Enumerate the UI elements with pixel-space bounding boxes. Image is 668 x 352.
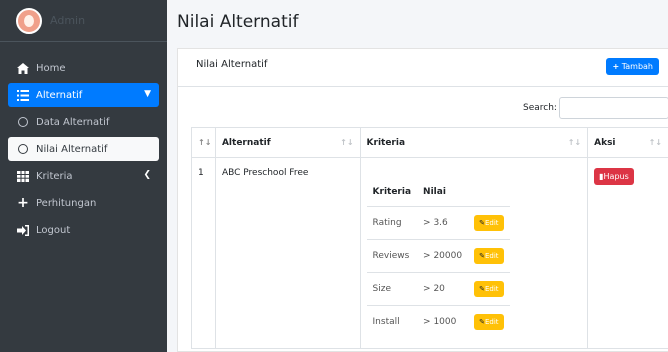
plus-icon: +	[612, 62, 620, 71]
sort-icon: ↑↓	[340, 138, 354, 147]
sidebar: Admin Home Alternatif ▼ Data Alternatif …	[0, 0, 167, 352]
page-title: Nilai Alternatif	[177, 12, 299, 32]
main-content: Nilai Alternatif Nilai Alternatif + Tamb…	[167, 0, 668, 352]
delete-button[interactable]: ▮Hapus	[594, 168, 634, 185]
sort-icon: ↑↓	[648, 138, 662, 147]
kriteria-value: > 1000	[417, 304, 469, 338]
search-label: Search:	[523, 103, 557, 113]
inner-header-kriteria: Kriteria	[372, 186, 412, 197]
data-table: ↑↓ Alternatif ↑↓ Kriteria ↑↓ Aksi ↑↓ 1 ABC …	[191, 127, 668, 349]
sidebar-item-label: Perhitungan	[36, 197, 97, 209]
card-header: Nilai Alternatif + Tambah	[178, 49, 668, 87]
kriteria-row: Reviews > 20000 ✎Edit	[366, 238, 510, 272]
sidebar-nav: Home Alternatif ▼ Data Alternatif Nilai …	[0, 56, 167, 242]
sidebar-item-label: Nilai Alternatif	[36, 143, 108, 155]
inner-header-nilai: Nilai	[423, 186, 446, 197]
sort-icon: ↑↓	[567, 138, 582, 147]
sidebar-item-nilai-alternatif[interactable]: Nilai Alternatif	[8, 137, 159, 161]
search-input[interactable]	[559, 97, 668, 119]
kriteria-value: > 20000	[417, 238, 469, 272]
card: Nilai Alternatif + Tambah Search: ↑↓ Alt…	[177, 48, 668, 352]
brand-text: Admin	[50, 14, 86, 27]
sign-out-icon	[16, 224, 30, 236]
column-header-alternatif[interactable]: Alternatif ↑↓	[214, 127, 361, 158]
add-button[interactable]: + Tambah	[606, 58, 659, 75]
sidebar-item-label: Logout	[36, 224, 71, 236]
sidebar-item-data-alternatif[interactable]: Data Alternatif	[8, 110, 159, 134]
column-header-number[interactable]: ↑↓	[191, 127, 216, 158]
kriteria-row: Rating > 3.6 ✎Edit	[366, 205, 510, 239]
sort-icon: ↑↓	[198, 138, 212, 147]
sidebar-item-label: Kriteria	[36, 170, 73, 182]
chevron-left-icon: ❮	[143, 170, 151, 180]
edit-button[interactable]: ✎Edit	[474, 280, 504, 297]
column-header-kriteria[interactable]: Kriteria ↑↓	[359, 127, 589, 158]
kriteria-name: Rating	[366, 205, 418, 239]
kriteria-name: Install	[366, 304, 418, 338]
card-title: Nilai Alternatif	[196, 59, 268, 70]
kriteria-row: Size > 20 ✎Edit	[366, 271, 510, 305]
add-button-label: Tambah	[621, 62, 653, 71]
list-icon	[16, 89, 30, 101]
sidebar-brand[interactable]: Admin	[0, 0, 167, 42]
sidebar-item-alternatif[interactable]: Alternatif ▼	[8, 83, 159, 107]
sidebar-item-kriteria[interactable]: Kriteria ❮	[8, 164, 159, 188]
table-row: 1 ABC Preschool Free Kriteria Nilai Rati…	[191, 157, 668, 349]
edit-button[interactable]: ✎Edit	[474, 214, 504, 231]
kriteria-cell: Kriteria Nilai Rating > 3.6 ✎Edit Review…	[359, 157, 589, 349]
kriteria-name: Size	[366, 271, 418, 305]
alternatif-name: ABC Preschool Free	[214, 157, 361, 349]
sidebar-item-label: Data Alternatif	[36, 116, 110, 128]
edit-button[interactable]: ✎Edit	[474, 247, 504, 264]
kriteria-row: Install > 1000 ✎Edit	[366, 304, 510, 338]
table-icon	[16, 170, 30, 182]
search-row: Search:	[178, 97, 668, 119]
sidebar-item-label: Home	[36, 62, 66, 74]
circle-icon	[16, 116, 30, 128]
column-header-aksi[interactable]: Aksi ↑↓	[587, 127, 668, 158]
chevron-down-icon: ▼	[144, 89, 151, 99]
kriteria-name: Reviews	[366, 238, 418, 272]
kriteria-table: Kriteria Nilai Rating > 3.6 ✎Edit Review…	[366, 178, 510, 338]
aksi-cell: ▮Hapus	[587, 157, 668, 349]
kriteria-value: > 3.6	[417, 205, 469, 239]
circle-icon	[16, 143, 30, 155]
sidebar-item-logout[interactable]: Logout	[8, 218, 159, 242]
user-avatar	[16, 7, 42, 34]
sidebar-item-home[interactable]: Home	[8, 56, 159, 80]
sidebar-item-label: Alternatif	[36, 89, 83, 101]
row-number: 1	[191, 157, 216, 349]
home-icon	[16, 62, 30, 74]
plus-icon: +	[17, 195, 29, 211]
edit-button[interactable]: ✎Edit	[474, 313, 504, 330]
kriteria-value: > 20	[417, 271, 469, 305]
sidebar-item-perhitungan[interactable]: + Perhitungan	[8, 191, 159, 215]
